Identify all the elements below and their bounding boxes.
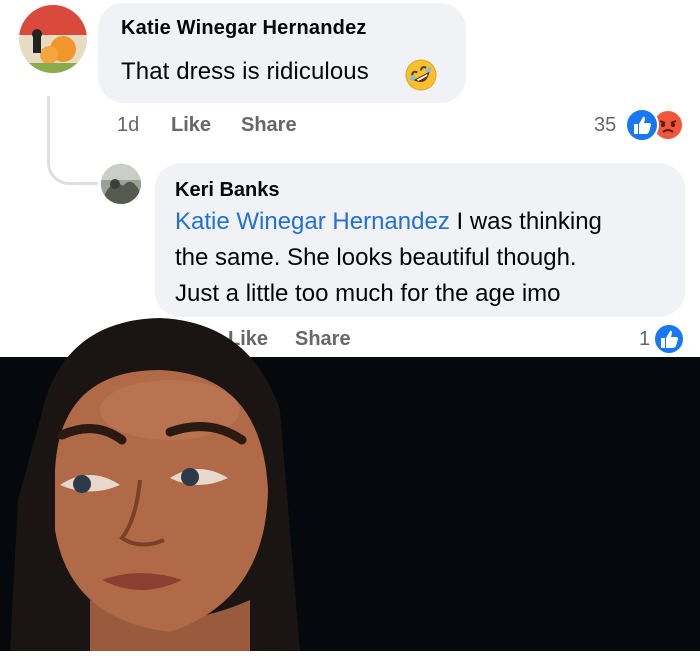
- comment-author[interactable]: Katie Winegar Hernandez: [121, 17, 367, 40]
- like-reaction-icon: [625, 108, 659, 142]
- like-reaction-icon[interactable]: [652, 322, 686, 356]
- reply-thread-line: [47, 96, 98, 185]
- comment-reaction-count[interactable]: 35: [594, 114, 616, 137]
- reply-reaction-count[interactable]: 1: [639, 328, 650, 351]
- commenter-avatar[interactable]: [19, 5, 87, 73]
- comment-share-button[interactable]: Share: [241, 114, 297, 137]
- reply-avatar[interactable]: [101, 164, 141, 204]
- reply-author[interactable]: Keri Banks: [175, 179, 280, 202]
- reply-text-line-2: the same. She looks beautiful though.: [175, 244, 577, 271]
- comment-timestamp[interactable]: 1d: [117, 114, 139, 137]
- reply-text-part: I was thinking: [449, 208, 602, 235]
- woman-face-image: [0, 300, 320, 651]
- comment-reactions[interactable]: [624, 107, 688, 143]
- reply-text-line-1: Katie Winegar Hernandez I was thinking: [175, 205, 602, 239]
- comment-like-button[interactable]: Like: [171, 114, 211, 137]
- reply-mention-link[interactable]: Katie Winegar Hernandez: [175, 208, 450, 235]
- laughing-emoji-icon: [404, 58, 438, 92]
- comment-text: That dress is ridiculous: [121, 58, 369, 85]
